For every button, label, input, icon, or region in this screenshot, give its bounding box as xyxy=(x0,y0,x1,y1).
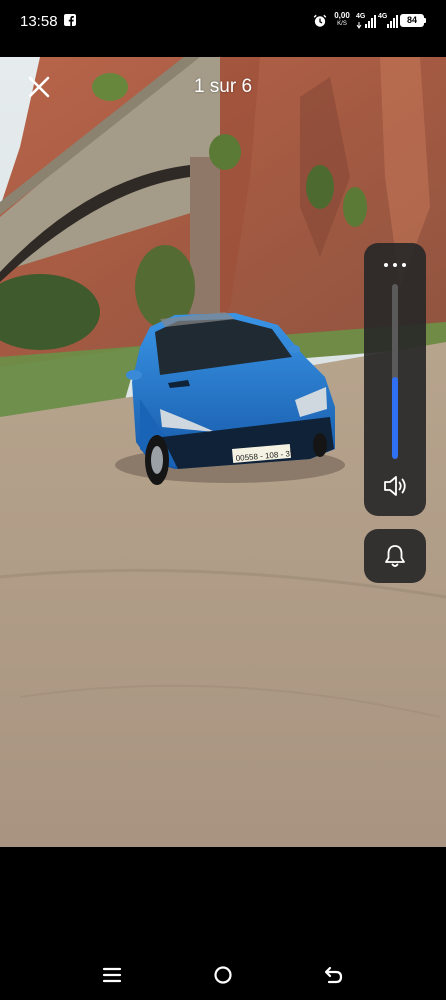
battery-indicator: 84 xyxy=(400,14,426,27)
ringer-button[interactable] xyxy=(364,529,426,583)
volume-slider-fill xyxy=(392,376,398,459)
menu-icon xyxy=(102,967,122,983)
home-icon xyxy=(214,966,232,984)
volume-panel xyxy=(364,243,426,516)
network-speed-value: 0,00 xyxy=(334,11,350,20)
menu-button[interactable] xyxy=(101,964,123,986)
speaker-icon[interactable] xyxy=(382,474,408,503)
alarm-icon xyxy=(313,14,327,33)
signal-2: 4G xyxy=(378,13,398,34)
status-time: 13:58 xyxy=(20,13,58,30)
bell-icon xyxy=(385,545,405,567)
photo-counter: 1 sur 6 xyxy=(193,76,253,97)
facebook-notification-icon xyxy=(64,14,76,26)
network-speed: 0,00 K/S xyxy=(331,12,353,28)
signal-1-label: 4G xyxy=(356,13,366,20)
signal-1: 4G xyxy=(356,13,376,34)
back-button[interactable] xyxy=(323,964,345,986)
back-icon xyxy=(324,966,343,984)
signal-2-label: 4G xyxy=(378,13,388,20)
network-speed-unit: K/S xyxy=(337,21,347,27)
more-icon[interactable] xyxy=(383,259,407,271)
navigation-bar xyxy=(0,950,446,1000)
status-bar: 13:58 0,00 K/S 4G 4G 84 xyxy=(0,0,446,48)
volume-slider[interactable] xyxy=(392,284,398,459)
home-button[interactable] xyxy=(212,964,234,986)
